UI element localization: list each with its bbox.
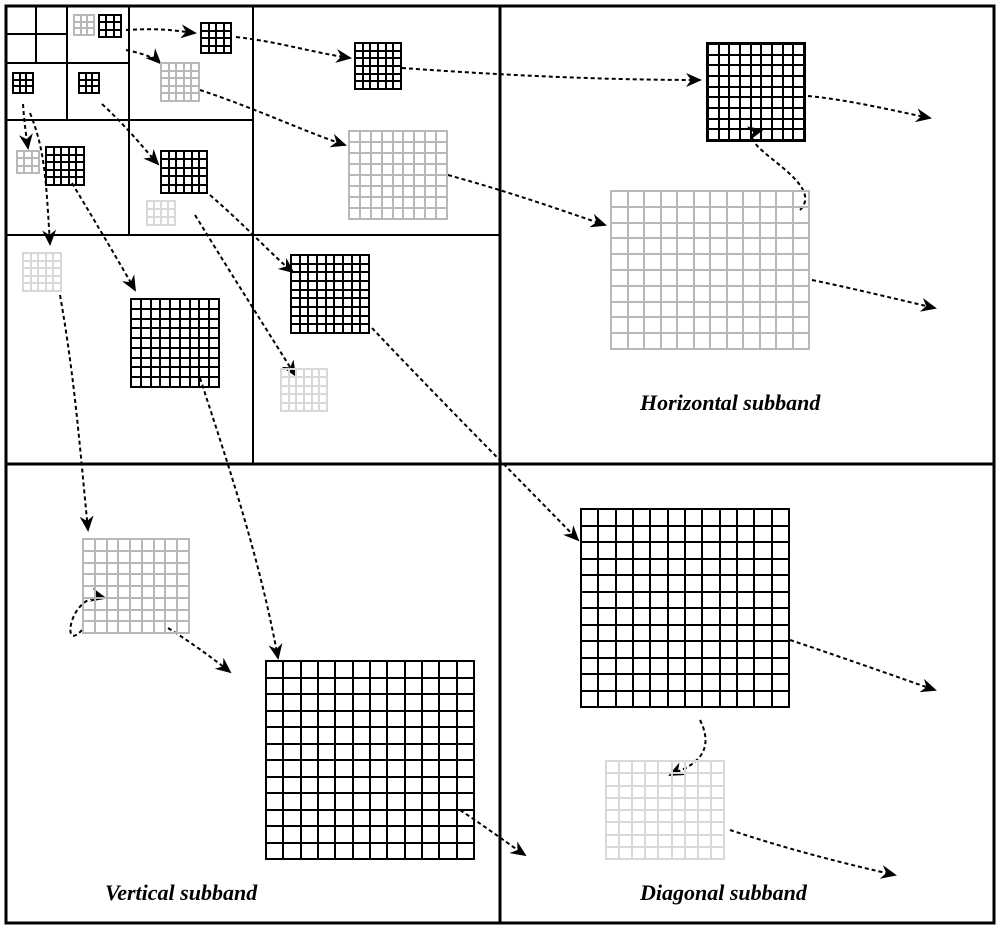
h-block-l4b-gray	[73, 14, 95, 36]
d-block-l2-dark	[290, 254, 370, 334]
h-block-l1-dark	[706, 42, 806, 142]
d-block-l3-gray	[146, 200, 176, 226]
diagram-svg	[0, 0, 1000, 929]
v-block-l1-dark	[265, 660, 475, 860]
h-block-l1-gray: /* filled by JS below */	[610, 190, 810, 350]
h-block-l3-gray	[160, 62, 200, 102]
h-block-l2-dark	[354, 42, 402, 90]
v-block-l2-gray	[22, 252, 62, 292]
wavelet-decomposition-diagram: /* filled by JS below */ Horizo	[0, 0, 1000, 929]
d-block-l1-gray	[605, 760, 725, 860]
v-block-l3-dark	[45, 146, 85, 186]
h-block-l3-dark	[200, 22, 232, 54]
h-block-l4-dark	[98, 14, 122, 38]
d-block-l3-dark	[160, 150, 208, 194]
label-diagonal: Diagonal subband	[640, 880, 807, 906]
v-block-l4-gray	[16, 150, 40, 174]
label-horizontal: Horizontal subband	[640, 390, 820, 416]
h-block-l2-gray	[348, 130, 448, 220]
label-vertical: Vertical subband	[105, 880, 257, 906]
v-block-l2-dark	[130, 298, 220, 388]
d-block-l2-gray	[280, 368, 328, 412]
v-block-l1-gray	[82, 538, 190, 634]
d-block-l1-dark	[580, 508, 790, 708]
d-block-l4-dark	[78, 72, 100, 94]
v-block-l4a-dark	[12, 72, 34, 94]
